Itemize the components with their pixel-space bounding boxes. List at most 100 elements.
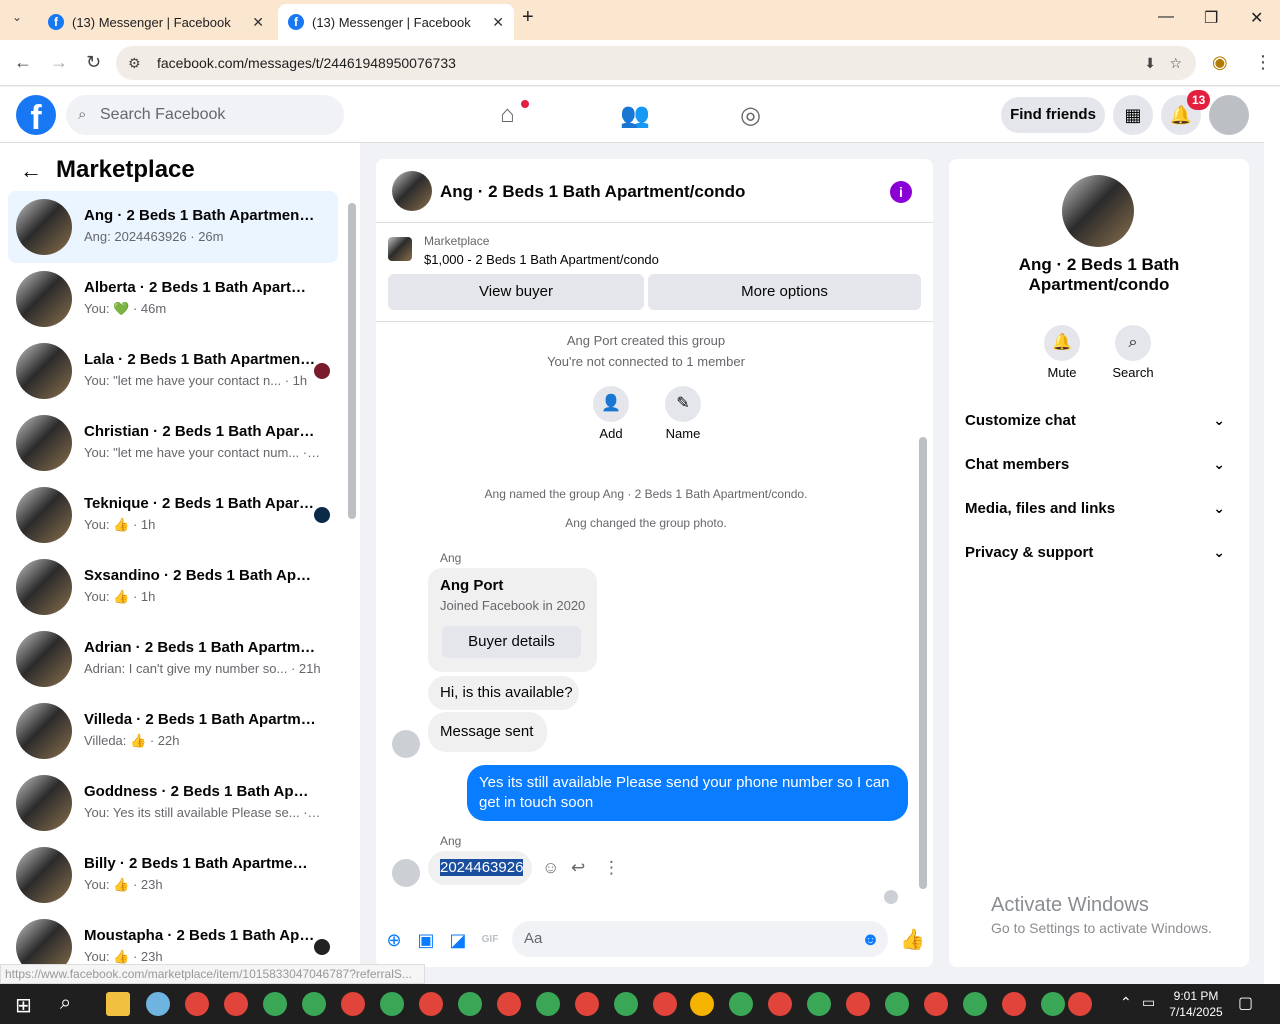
home-icon[interactable]: ⌂ xyxy=(500,101,515,129)
message-bubble-incoming[interactable]: 2024463926 xyxy=(428,851,532,885)
conversation-item[interactable]: Adrian · 2 Beds 1 Bath Apartment/condo A… xyxy=(8,623,338,695)
chrome-icon[interactable] xyxy=(575,992,599,1016)
sticker-icon[interactable]: ◪ xyxy=(447,929,469,951)
section-media-files-links[interactable]: Media, files and links ⌄ xyxy=(965,500,1233,517)
friends-icon[interactable]: 👥 xyxy=(620,101,650,130)
conversation-item[interactable]: Moustapha · 2 Beds 1 Bath Apartment/cond… xyxy=(8,911,338,966)
forward-icon[interactable]: → xyxy=(50,52,68,73)
conversation-item[interactable]: Billy · 2 Beds 1 Bath Apartment/condo Yo… xyxy=(8,839,338,911)
install-app-icon[interactable]: ⬇ xyxy=(1144,46,1156,80)
reload-icon[interactable]: ↻ xyxy=(86,52,101,73)
conversation-item[interactable]: Christian · 2 Beds 1 Bath Apartment/cond… xyxy=(8,407,338,479)
add-member-icon[interactable]: 👤 xyxy=(593,386,629,422)
thumbs-up-icon[interactable]: 👍 xyxy=(900,929,925,951)
chrome-icon[interactable] xyxy=(768,992,792,1016)
browser-tab-2[interactable]: f (13) Messenger | Facebook ✕ xyxy=(278,4,514,40)
sender-avatar[interactable] xyxy=(392,859,420,887)
chrome-icon[interactable] xyxy=(1002,992,1026,1016)
conversation-item[interactable]: Goddness · 2 Beds 1 Bath Apartment/condo… xyxy=(8,767,338,839)
find-friends-button[interactable]: Find friends xyxy=(1001,97,1105,133)
tray-chevron-icon[interactable]: ⌃ xyxy=(1120,994,1132,1011)
windows-start-icon[interactable]: ⊞ xyxy=(15,993,32,1018)
more-actions-icon[interactable]: ⋮ xyxy=(603,858,620,878)
buyer-details-button[interactable]: Buyer details xyxy=(442,626,581,658)
conversation-item[interactable]: Ang · 2 Beds 1 Bath Apartment/condo Ang:… xyxy=(8,191,338,263)
chat-scrollbar[interactable] xyxy=(919,437,927,889)
conversation-item[interactable]: Teknique · 2 Beds 1 Bath Apartment/condo… xyxy=(8,479,338,551)
chrome-icon[interactable] xyxy=(807,992,831,1016)
group-avatar[interactable] xyxy=(1062,175,1134,247)
chrome-icon[interactable] xyxy=(380,992,404,1016)
message-bubble-incoming[interactable]: Hi, is this available? xyxy=(428,676,579,710)
emoji-icon[interactable]: ☻ xyxy=(861,921,880,957)
section-privacy-support[interactable]: Privacy & support ⌄ xyxy=(965,544,1233,561)
photo-icon[interactable]: ▣ xyxy=(415,929,437,951)
chrome-icon[interactable] xyxy=(263,992,287,1016)
app-icon[interactable] xyxy=(146,992,170,1016)
bookmark-star-icon[interactable]: ☆ xyxy=(1169,46,1182,80)
conversation-item[interactable]: Lala · 2 Beds 1 Bath Apartment/condo You… xyxy=(8,335,338,407)
chrome-icon[interactable] xyxy=(1041,992,1065,1016)
chrome-icon[interactable] xyxy=(185,992,209,1016)
taskbar-search-icon[interactable]: ⌕ xyxy=(60,992,71,1015)
search-icon[interactable]: ⌕ xyxy=(1115,325,1151,361)
menu-grid-icon[interactable]: ▦ xyxy=(1113,95,1153,135)
profile-icon[interactable]: ◉ xyxy=(1212,52,1228,73)
react-icon[interactable]: ☺ xyxy=(542,858,559,878)
back-arrow-icon[interactable]: ← xyxy=(20,158,42,184)
url-input[interactable]: ⚙ facebook.com/messages/t/24461948950076… xyxy=(116,46,1196,80)
chrome-icon[interactable] xyxy=(341,992,365,1016)
minimize-icon[interactable]: — xyxy=(1158,8,1174,26)
chrome-icon[interactable] xyxy=(302,992,326,1016)
message-bubble-incoming[interactable]: Message sent xyxy=(428,712,547,752)
chrome-icon[interactable] xyxy=(497,992,521,1016)
restore-icon[interactable]: ❐ xyxy=(1204,8,1218,28)
section-chat-members[interactable]: Chat members ⌄ xyxy=(965,456,1233,473)
back-icon[interactable]: ← xyxy=(14,52,32,73)
mute-icon[interactable]: 🔔 xyxy=(1044,325,1080,361)
message-input[interactable]: Aa ☻ xyxy=(512,921,888,957)
chrome-icon[interactable] xyxy=(224,992,248,1016)
chrome-icon[interactable] xyxy=(963,992,987,1016)
conversation-item[interactable]: Sxsandino · 2 Beds 1 Bath Apartment/cond… xyxy=(8,551,338,623)
sender-avatar[interactable] xyxy=(392,730,420,758)
chrome-icon[interactable] xyxy=(653,992,677,1016)
account-avatar[interactable] xyxy=(1209,95,1249,135)
info-icon[interactable]: i xyxy=(890,181,912,203)
browser-menu-icon[interactable]: ⋮ xyxy=(1254,52,1272,73)
groups-icon[interactable]: ◎ xyxy=(740,101,761,130)
new-tab-icon[interactable]: + xyxy=(522,6,534,29)
chrome-icon[interactable] xyxy=(458,992,482,1016)
network-icon[interactable]: ▭ xyxy=(1142,994,1155,1011)
close-tab-icon[interactable]: ✕ xyxy=(492,14,504,31)
plus-icon[interactable]: ⊕ xyxy=(383,929,405,951)
browser-tab-1[interactable]: f (13) Messenger | Facebook ✕ xyxy=(38,4,274,40)
search-input[interactable]: ⌕ Search Facebook xyxy=(66,95,344,135)
page-scrollbar[interactable] xyxy=(1264,87,1280,984)
tab-list-icon[interactable]: ⌄ xyxy=(12,10,22,24)
taskbar-clock[interactable]: 9:01 PM 7/14/2025 xyxy=(1166,988,1226,1020)
close-tab-icon[interactable]: ✕ xyxy=(252,14,264,31)
chrome-icon[interactable] xyxy=(846,992,870,1016)
section-customize-chat[interactable]: Customize chat ⌄ xyxy=(965,412,1233,429)
more-options-button[interactable]: More options xyxy=(648,274,921,310)
site-settings-icon[interactable]: ⚙ xyxy=(128,46,141,80)
chrome-icon[interactable] xyxy=(614,992,638,1016)
gif-icon[interactable]: GIF xyxy=(479,929,501,951)
chrome-icon[interactable] xyxy=(924,992,948,1016)
close-window-icon[interactable]: ✕ xyxy=(1250,8,1263,28)
notification-center-icon[interactable]: ▢ xyxy=(1238,993,1253,1013)
chrome-icon[interactable] xyxy=(690,992,714,1016)
chrome-icon[interactable] xyxy=(419,992,443,1016)
chrome-icon[interactable] xyxy=(536,992,560,1016)
message-bubble-outgoing[interactable]: Yes its still available Please send your… xyxy=(467,765,908,821)
sidebar-scrollbar[interactable] xyxy=(348,203,356,519)
file-explorer-icon[interactable] xyxy=(106,992,130,1016)
group-avatar[interactable] xyxy=(392,171,432,211)
listing-title[interactable]: $1,000 - 2 Beds 1 Bath Apartment/condo xyxy=(424,252,659,267)
chrome-icon[interactable] xyxy=(729,992,753,1016)
conversation-item[interactable]: Villeda · 2 Beds 1 Bath Apartment/condo … xyxy=(8,695,338,767)
facebook-logo-icon[interactable]: f xyxy=(16,95,56,137)
conversation-item[interactable]: Alberta · 2 Beds 1 Bath Apartment/condo … xyxy=(8,263,338,335)
chat-title[interactable]: Ang · 2 Beds 1 Bath Apartment/condo xyxy=(440,182,745,202)
